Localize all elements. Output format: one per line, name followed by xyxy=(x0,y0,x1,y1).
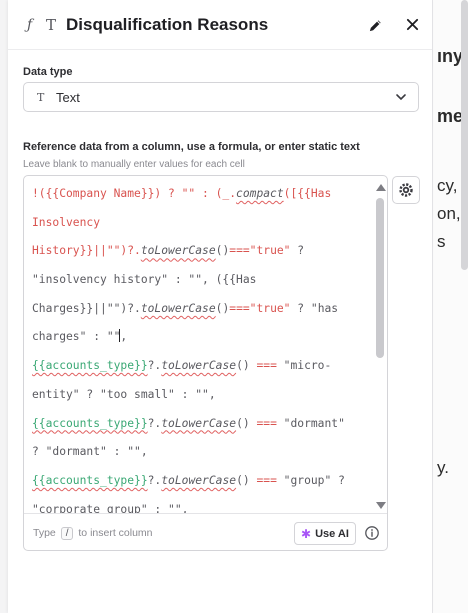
column-settings-panel: ƒ T Disqualification Reasons Data type T… xyxy=(8,0,432,613)
text-type-icon: T xyxy=(37,91,45,104)
code-line: charges" : "", xyxy=(32,329,128,344)
info-icon[interactable] xyxy=(364,525,380,541)
slash-key: / xyxy=(60,527,74,540)
code-line: History}}||"")?.toLowerCase()==="true" ? xyxy=(32,244,311,258)
text-caret xyxy=(119,329,121,343)
background-text-fragment: cy, xyxy=(437,176,458,195)
function-icon: ƒ xyxy=(27,17,33,33)
background-scrollbar[interactable] xyxy=(461,0,468,270)
close-icon xyxy=(406,18,418,31)
insert-column-hint-prefix: Type xyxy=(33,527,56,539)
code-line: {{accounts_type}}?.toLowerCase() === "do… xyxy=(32,416,345,430)
background-page: ıny me cy, on, s y. xyxy=(432,0,468,613)
reference-label: Reference data from a column, use a form… xyxy=(23,141,360,153)
insert-column-hint: Type / to insert column xyxy=(33,527,153,540)
edit-button[interactable] xyxy=(365,14,385,36)
code-line: entity" ? "too small" : "", xyxy=(32,387,216,401)
background-text-fragment: on, xyxy=(437,204,461,223)
scroll-down-arrow-icon[interactable] xyxy=(376,502,386,509)
close-button[interactable] xyxy=(402,14,422,36)
text-type-icon: T xyxy=(46,16,57,34)
formula-code[interactable]: !({{Company Name}}) ? "" : (_.compact([{… xyxy=(24,176,369,513)
background-text-fragment: s xyxy=(437,232,446,251)
formula-editor[interactable]: !({{Company Name}}) ? "" : (_.compact([{… xyxy=(23,175,388,551)
background-text-fragment: me xyxy=(437,106,464,126)
editor-scrollbar[interactable] xyxy=(374,178,386,512)
scrollbar-thumb[interactable] xyxy=(376,198,384,358)
code-line: Insolvency xyxy=(32,215,101,229)
reference-hint: Leave blank to manually enter values for… xyxy=(23,159,245,170)
chevron-down-icon xyxy=(396,94,406,101)
insert-column-hint-suffix: to insert column xyxy=(78,527,153,539)
formula-settings-button[interactable] xyxy=(392,176,420,204)
data-type-value: Text xyxy=(56,90,80,105)
code-line: "insolvency history" : "", ({{Has xyxy=(32,273,257,287)
data-type-label: Data type xyxy=(23,66,73,78)
code-line: Charges}}||"")?.toLowerCase()==="true" ?… xyxy=(32,301,339,315)
gear-icon xyxy=(399,183,413,197)
scroll-up-arrow-icon[interactable] xyxy=(376,184,386,191)
background-text-fragment: y. xyxy=(437,458,449,477)
pencil-icon xyxy=(369,19,381,31)
code-line: {{accounts_type}}?.toLowerCase() === "gr… xyxy=(32,473,345,487)
background-text-fragment: ıny xyxy=(437,46,464,66)
editor-footer: Type / to insert column ✱ Use AI xyxy=(24,513,387,550)
sparkle-icon: ✱ xyxy=(301,526,312,541)
code-line: {{accounts_type}}?.toLowerCase() === "mi… xyxy=(32,359,332,373)
panel-header: ƒ T Disqualification Reasons xyxy=(8,0,432,50)
code-line: ? "dormant" : "", xyxy=(32,445,148,459)
page-title: Disqualification Reasons xyxy=(66,15,269,34)
use-ai-button[interactable]: ✱ Use AI xyxy=(294,522,356,545)
code-line: !({{Company Name}}) ? "" : (_.compact([{… xyxy=(32,187,332,200)
code-line: "corporate group" : "", xyxy=(32,502,189,513)
data-type-select[interactable]: T Text xyxy=(23,82,419,112)
use-ai-label: Use AI xyxy=(315,527,349,540)
